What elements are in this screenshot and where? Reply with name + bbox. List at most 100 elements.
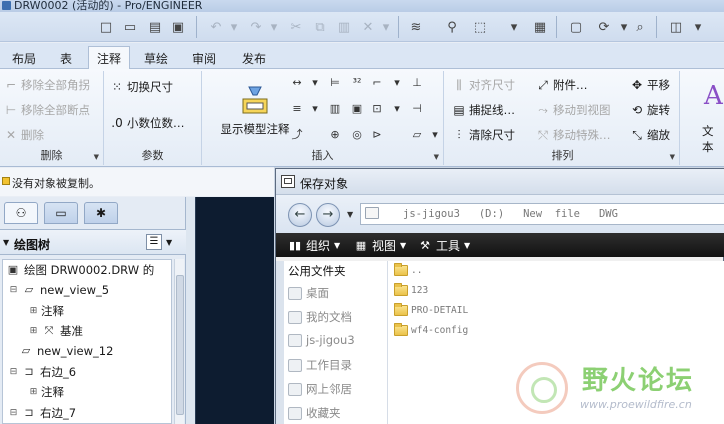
text-style-icon[interactable]: A <box>704 81 723 111</box>
tree-node-datum[interactable]: ⊞ ⤧ 基准 <box>29 323 83 339</box>
favorites-tab[interactable]: ✱ <box>84 202 118 224</box>
collapse-icon[interactable]: ⊟ <box>9 408 18 418</box>
scrollbar-thumb[interactable] <box>176 275 184 415</box>
redo-icon[interactable]: ↷ <box>246 17 266 37</box>
view-dropdown-icon[interactable]: ▾ <box>688 17 708 37</box>
decimal-places-button[interactable]: .0 小数位数… <box>110 115 184 131</box>
tab-layout[interactable]: 布局 <box>4 47 44 69</box>
group-arrange-dropdown-icon[interactable]: ▼ <box>670 153 675 161</box>
tree-node-view[interactable]: ⊟ ⊐ 右边_6 <box>9 364 76 380</box>
regenerate-icon[interactable]: ⟳ <box>594 17 614 37</box>
nav-item-documents[interactable]: 我的文档 <box>288 309 352 325</box>
align-dimensions-button[interactable]: ⫼ 对齐尺寸 <box>452 77 515 93</box>
fill-dropdown-icon[interactable]: ▾ <box>426 127 444 143</box>
views-menu[interactable]: ▦ 视图 ▼ <box>354 237 406 254</box>
move-to-view-button[interactable]: ⤳ 移动到视图 <box>536 102 610 118</box>
sash[interactable] <box>186 197 195 424</box>
symbol-dropdown-icon[interactable]: ▾ <box>388 101 406 117</box>
history-dropdown-icon[interactable]: ▼ <box>347 210 353 219</box>
tree-node-view[interactable]: ▱ new_view_12 <box>18 344 114 358</box>
list-item[interactable]: wf4-config <box>394 323 468 336</box>
translate-button[interactable]: ✥ 平移 <box>630 77 670 93</box>
rotate-button[interactable]: ⟲ 旋转 <box>630 102 670 118</box>
copy-icon[interactable]: ⧉ <box>310 17 330 37</box>
delete-button[interactable]: ✕ 删除 <box>4 127 44 143</box>
save-icon[interactable]: ▣ <box>168 17 188 37</box>
roughness-icon[interactable]: ⊳ <box>368 127 386 143</box>
show-model-annotations-button[interactable]: 显示模型注释 <box>210 81 300 137</box>
cleanup-dimensions-button[interactable]: ⫶ 清除尺寸 <box>452 127 515 143</box>
undo-dropdown-icon[interactable]: ▾ <box>224 17 244 37</box>
undo-icon[interactable]: ↶ <box>206 17 226 37</box>
find-icon[interactable]: ⚲ <box>442 17 462 37</box>
tab-sketch[interactable]: 草绘 <box>136 47 176 69</box>
ordinate-dimension-icon[interactable]: ⊨ <box>326 75 344 91</box>
tab-annotate[interactable]: 注释 <box>88 46 130 70</box>
cosmetic-icon[interactable]: ⊣ <box>408 101 426 117</box>
dimension-dropdown-icon[interactable]: ▾ <box>306 75 324 91</box>
datum-icon[interactable]: ▣ <box>348 101 366 117</box>
delete-dropdown-icon[interactable]: ▾ <box>376 17 396 37</box>
tree-node-view[interactable]: ⊟ ⊐ 右边_7 <box>9 405 76 421</box>
nav-item-computer[interactable]: js-jigou3 <box>288 333 355 347</box>
select-dropdown-icon[interactable]: ▾ <box>504 17 524 37</box>
window-icon[interactable]: ▢ <box>566 17 586 37</box>
delete-icon[interactable]: ✕ <box>358 17 378 37</box>
forward-icon[interactable]: → <box>316 203 340 227</box>
tree-settings-icon[interactable]: ☰ <box>146 234 162 250</box>
coordinate-icon[interactable]: ⤴ <box>288 127 306 143</box>
nav-item-favorites[interactable]: 收藏夹 <box>288 405 341 421</box>
collapse-icon[interactable]: ⊟ <box>9 285 18 295</box>
folder-browser-tab[interactable]: ▭ <box>44 202 78 224</box>
surface-finish-dropdown-icon[interactable]: ▾ <box>306 101 324 117</box>
zoom-icon[interactable]: ⌕ <box>630 17 650 37</box>
tree-node-annotations[interactable]: ⊞ 注释 <box>29 303 64 319</box>
expand-icon[interactable]: ⊞ <box>29 387 38 397</box>
balloon-icon[interactable]: ⊥ <box>408 75 426 91</box>
surface-finish-icon[interactable]: ≡ <box>288 101 306 117</box>
dimension-icon[interactable]: ↔ <box>288 75 306 91</box>
collapse-arrow-icon[interactable]: ▼ <box>3 238 9 247</box>
expand-icon[interactable]: ⊞ <box>29 306 38 316</box>
model-tree-tab[interactable]: ⚇ <box>4 202 38 224</box>
reference-dimension-icon[interactable]: ³² <box>348 75 366 91</box>
tab-review[interactable]: 审阅 <box>182 47 226 69</box>
tree-node-drawing[interactable]: ▣ 绘图 DRW0002.DRW 的 <box>5 262 154 278</box>
tree-node-annotations[interactable]: ⊞ 注释 <box>29 384 64 400</box>
remove-all-breaks-button[interactable]: ⊢ 移除全部断点 <box>4 102 90 118</box>
select-box-icon[interactable]: ⬚ <box>470 17 490 37</box>
open-file-icon[interactable]: ▤ <box>145 17 165 37</box>
weld-icon[interactable]: ⊕ <box>326 127 344 143</box>
view-cube-icon[interactable]: ◫ <box>666 17 686 37</box>
new-file-icon[interactable]: □ <box>96 17 116 37</box>
fill-icon[interactable]: ▱ <box>408 127 426 143</box>
nav-item-network[interactable]: 网上邻居 <box>288 381 352 397</box>
nav-item-desktop[interactable]: 桌面 <box>288 285 329 301</box>
tree-settings-dropdown-icon[interactable]: ▼ <box>166 238 172 247</box>
target-icon[interactable]: ◎ <box>348 127 366 143</box>
toggle-dimension-button[interactable]: ⁙ 切换尺寸 <box>110 79 173 95</box>
scale-button[interactable]: ⤡ 缩放 <box>630 127 670 143</box>
nav-item-working-directory[interactable]: 工作目录 <box>288 357 352 373</box>
remove-all-jogs-button[interactable]: ⌐ 移除全部角拐 <box>4 77 90 93</box>
drawing-canvas[interactable] <box>195 197 285 424</box>
paste-icon[interactable]: ▥ <box>334 17 354 37</box>
tree-node-view[interactable]: ⊟ ▱ new_view_5 <box>9 283 109 297</box>
cut-icon[interactable]: ✂ <box>286 17 306 37</box>
attachment-button[interactable]: ⤢ 附件… <box>536 77 587 93</box>
back-icon[interactable]: ← <box>288 203 312 227</box>
tab-publish[interactable]: 发布 <box>232 47 276 69</box>
address-bar[interactable]: js-jigou3 (D:) New file DWG <box>360 203 724 225</box>
text-button-label[interactable]: 文本 <box>702 123 724 155</box>
collapse-icon[interactable]: ⊟ <box>9 367 18 377</box>
note-dropdown-icon[interactable]: ▾ <box>388 75 406 91</box>
tree-scrollbar[interactable] <box>174 259 184 424</box>
geometric-tolerance-icon[interactable]: ▥ <box>326 101 344 117</box>
tools-menu[interactable]: ⚒ 工具 ▼ <box>418 237 470 254</box>
note-icon[interactable]: ⌐ <box>368 75 386 91</box>
group-insert-dropdown-icon[interactable]: ▼ <box>434 153 439 161</box>
list-item[interactable]: 123 <box>394 283 428 296</box>
list-item[interactable]: .. <box>394 263 422 276</box>
group-delete-dropdown-icon[interactable]: ▼ <box>94 153 99 161</box>
redo-dropdown-icon[interactable]: ▾ <box>264 17 284 37</box>
